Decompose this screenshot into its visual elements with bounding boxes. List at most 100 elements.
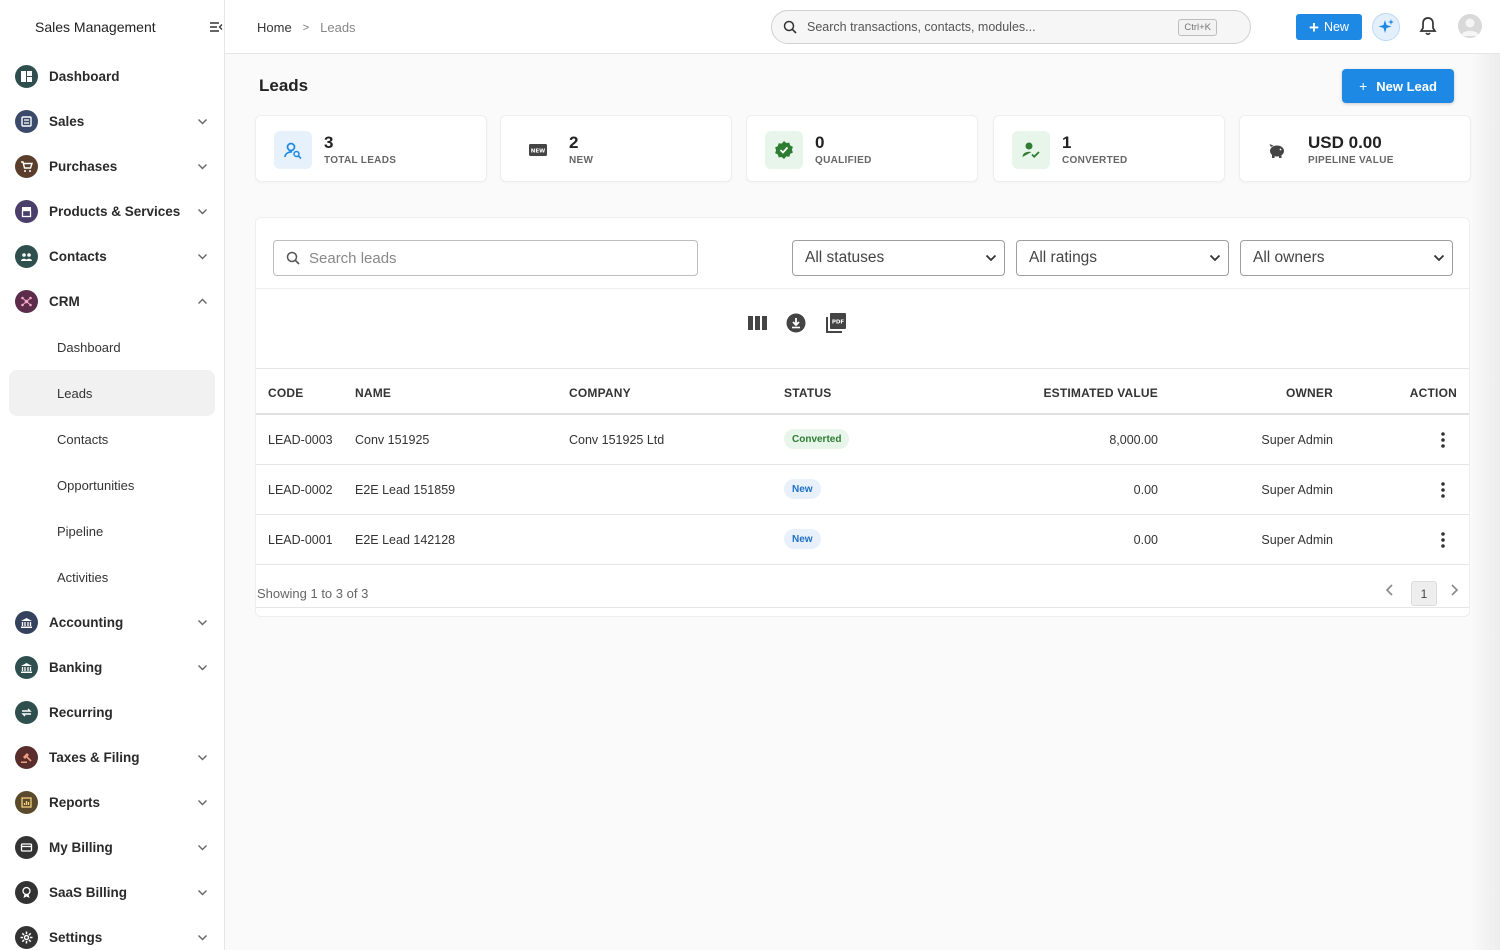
crm-sub-item-dashboard[interactable]: Dashboard <box>9 324 215 370</box>
chevron-down-icon <box>198 164 207 170</box>
sidebar-item-recurring[interactable]: Recurring <box>0 690 224 735</box>
chevron-right-icon[interactable] <box>1447 583 1461 597</box>
gavel-icon <box>15 746 38 769</box>
download-button[interactable] <box>785 312 807 334</box>
search-icon <box>286 251 300 265</box>
sidebar-item-dashboard[interactable]: Dashboard <box>0 54 224 99</box>
stat-value: 0 <box>815 133 825 152</box>
table-row[interactable]: LEAD-0002 E2E Lead 151859 New 0.00 Super… <box>256 465 1469 515</box>
lead-name[interactable]: E2E Lead 142128 <box>355 533 455 547</box>
stat-card-pipeline-value: USD 0.00 PIPELINE VALUE <box>1239 115 1471 182</box>
new-badge-icon: NEW <box>519 131 557 169</box>
column-header-company[interactable]: COMPANY <box>569 386 631 400</box>
crm-sub-item-label: Opportunities <box>57 477 135 493</box>
stat-card-total-leads: 3 TOTAL LEADS <box>255 115 487 182</box>
rating-filter-select[interactable]: All ratings <box>1016 240 1229 276</box>
table-row[interactable]: LEAD-0003 Conv 151925 Conv 151925 Ltd Co… <box>256 415 1469 465</box>
dashboard-icon <box>15 65 38 88</box>
column-header-owner[interactable]: OWNER <box>1286 386 1333 400</box>
verified-icon <box>765 131 803 169</box>
lead-code[interactable]: LEAD-0002 <box>268 483 333 497</box>
global-search-input[interactable] <box>807 20 1167 34</box>
pdf-export-button[interactable]: PDF <box>824 312 846 334</box>
leads-card: All statuses All ratings All owners <box>255 217 1470 617</box>
lead-estimated-value: 0.00 <box>1133 533 1158 547</box>
page-edge-shade <box>1470 54 1500 950</box>
columns-icon <box>747 316 767 330</box>
row-actions-button[interactable] <box>1433 479 1453 501</box>
chevron-up-icon <box>198 298 207 304</box>
stat-value: 3 <box>324 133 334 152</box>
status-filter-select[interactable]: All statuses <box>792 240 1005 276</box>
stat-label: PIPELINE VALUE <box>1308 155 1394 166</box>
sidebar-item-label: Banking <box>49 660 103 675</box>
new-button[interactable]: + New <box>1296 14 1362 40</box>
crm-sub-item-opportunities[interactable]: Opportunities <box>9 462 215 508</box>
chevron-down-icon <box>198 800 207 806</box>
sidebar-item-label: Taxes & Filing <box>49 750 140 765</box>
table-row[interactable]: LEAD-0001 E2E Lead 142128 New 0.00 Super… <box>256 515 1469 565</box>
breadcrumb: Home > Leads <box>257 20 356 35</box>
sidebar-item-banking[interactable]: Banking <box>0 645 224 690</box>
global-search[interactable]: Ctrl+K <box>771 10 1251 44</box>
column-header-status[interactable]: STATUS <box>784 386 831 400</box>
new-lead-button[interactable]: + New Lead <box>1342 69 1454 103</box>
sidebar-item-saas-billing[interactable]: SaaS Billing <box>0 870 224 915</box>
column-header-estimated-value[interactable]: ESTIMATED VALUE <box>1043 386 1158 400</box>
sidebar-item-label: Accounting <box>49 615 124 630</box>
sidebar-item-sales[interactable]: Sales <box>0 99 224 144</box>
bank-icon <box>15 611 38 634</box>
sidebar-item-contacts[interactable]: Contacts <box>0 234 224 279</box>
sidebar-item-reports[interactable]: Reports <box>0 780 224 825</box>
lead-owner: Super Admin <box>1261 433 1333 447</box>
sidebar-item-label: Products & Services <box>49 204 181 219</box>
bank-building-icon <box>15 656 38 679</box>
row-actions-button[interactable] <box>1433 529 1453 551</box>
rating-filter-value: All ratings <box>1029 249 1098 266</box>
chevron-left-icon[interactable] <box>1383 583 1397 597</box>
columns-button[interactable] <box>746 312 768 334</box>
lead-code[interactable]: LEAD-0001 <box>268 533 333 547</box>
table-toolbar: PDF <box>256 289 1469 369</box>
sidebar-item-taxes-and-filing[interactable]: Taxes & Filing <box>0 735 224 780</box>
sidebar-item-crm[interactable]: CRM <box>0 279 224 324</box>
breadcrumb-home[interactable]: Home <box>257 20 292 35</box>
sidebar-item-label: CRM <box>49 294 80 309</box>
pdf-icon: PDF <box>825 312 846 333</box>
stat-label: NEW <box>569 155 594 166</box>
breadcrumb-separator: > <box>302 21 310 34</box>
ai-assistant-button[interactable] <box>1372 13 1400 41</box>
bell-icon[interactable] <box>1419 16 1437 36</box>
avatar[interactable] <box>1458 14 1482 38</box>
topbar: Home > Leads Ctrl+K + New <box>225 0 1500 54</box>
lead-code[interactable]: LEAD-0003 <box>268 433 333 447</box>
search-icon <box>783 20 797 34</box>
sidebar-item-accounting[interactable]: Accounting <box>0 600 224 645</box>
crm-sub-item-activities[interactable]: Activities <box>9 554 215 600</box>
stat-value: 1 <box>1062 133 1072 152</box>
column-header-code[interactable]: CODE <box>268 386 303 400</box>
chevron-down-icon <box>198 890 207 896</box>
lead-search[interactable] <box>273 240 698 276</box>
sidebar-item-products-and-services[interactable]: Products & Services <box>0 189 224 234</box>
owner-filter-select[interactable]: All owners <box>1240 240 1453 276</box>
lead-name[interactable]: E2E Lead 151859 <box>355 483 455 497</box>
crm-sub-item-leads[interactable]: Leads <box>9 370 215 416</box>
sidebar-item-my-billing[interactable]: My Billing <box>0 825 224 870</box>
column-header-name[interactable]: NAME <box>355 386 391 400</box>
collapse-sidebar-icon[interactable] <box>209 20 223 34</box>
lead-company: Conv 151925 Ltd <box>569 433 665 447</box>
chevron-down-icon <box>985 254 997 262</box>
crm-sub-item-pipeline[interactable]: Pipeline <box>9 508 215 554</box>
lead-search-input[interactable] <box>309 249 669 267</box>
lead-name[interactable]: Conv 151925 <box>355 433 429 447</box>
crm-sub-item-contacts[interactable]: Contacts <box>9 416 215 462</box>
column-header-action[interactable]: ACTION <box>1410 386 1457 400</box>
row-actions-button[interactable] <box>1433 429 1453 451</box>
sidebar-item-purchases[interactable]: Purchases <box>0 144 224 189</box>
box-icon <box>15 200 38 223</box>
lead-estimated-value: 0.00 <box>1133 483 1158 497</box>
page-number-button[interactable]: 1 <box>1411 581 1437 606</box>
sidebar-item-settings[interactable]: Settings <box>0 915 224 950</box>
breadcrumb-current: Leads <box>320 20 356 35</box>
